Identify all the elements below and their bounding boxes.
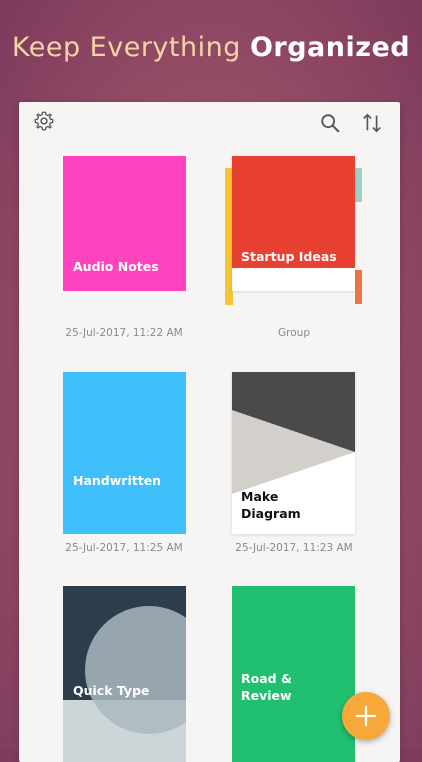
headline-light: Keep Everything xyxy=(11,32,241,63)
note-make-diagram[interactable]: Make Diagram xyxy=(232,372,355,534)
sort-icon[interactable] xyxy=(361,112,383,134)
group-stack-right-orange xyxy=(355,270,362,304)
note-title: Audio Notes xyxy=(73,259,159,274)
note-date: 25-Jul-2017, 11:22 AM xyxy=(65,327,183,339)
note-quick-type[interactable]: Quick Type xyxy=(63,586,186,762)
plus-icon xyxy=(355,705,377,727)
note-date: 25-Jul-2017, 11:23 AM xyxy=(235,542,353,554)
note-title: Road & Review xyxy=(241,671,292,703)
note-date: 25-Jul-2017, 11:25 AM xyxy=(65,542,183,554)
note-handwritten[interactable]: Handwritten xyxy=(63,372,186,534)
group-label: Group xyxy=(278,327,310,339)
headline-bold: Organized xyxy=(249,32,411,63)
note-road-review[interactable]: Road & Review xyxy=(232,586,355,762)
note-title: Make Diagram xyxy=(241,489,301,521)
note-audio-notes[interactable]: Audio Notes xyxy=(63,156,186,291)
note-title: Startup Ideas xyxy=(241,249,337,264)
note-startup-ideas: Startup Ideas xyxy=(232,156,355,291)
add-note-button[interactable] xyxy=(342,692,390,740)
notes-panel: Audio Notes 25-Jul-2017, 11:22 AM Startu… xyxy=(19,102,400,762)
headline: Keep Everything Organized xyxy=(0,32,422,63)
note-title: Handwritten xyxy=(73,473,162,488)
gear-icon[interactable] xyxy=(33,110,55,132)
search-icon[interactable] xyxy=(319,112,341,134)
group-stack-right-teal xyxy=(355,168,362,202)
note-title: Quick Type xyxy=(73,683,150,698)
